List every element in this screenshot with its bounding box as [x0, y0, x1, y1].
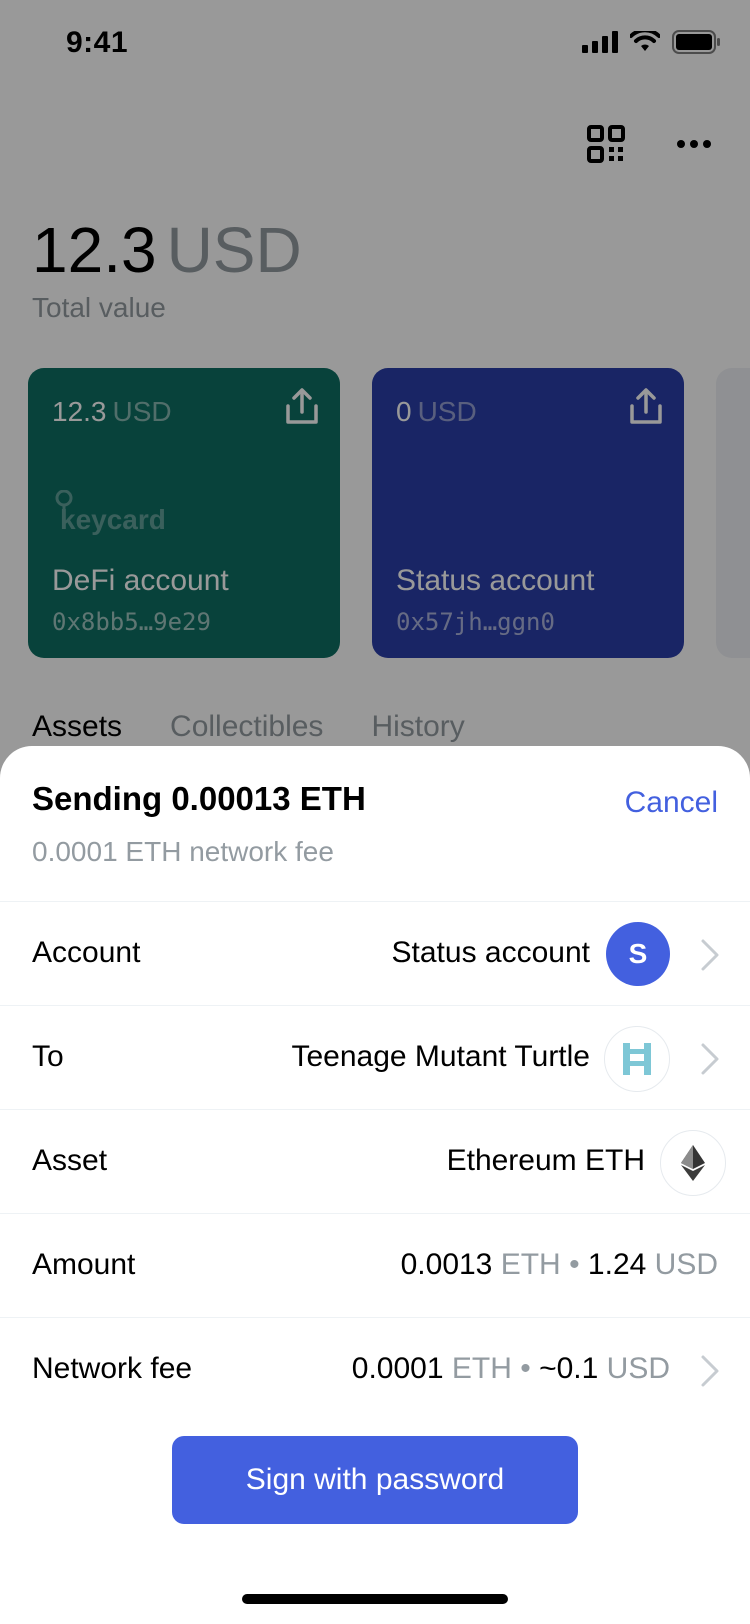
amount-fiat-unit: USD — [654, 1248, 718, 1281]
recipient-avatar — [604, 1026, 670, 1092]
account-avatar: S — [606, 922, 670, 986]
row-label: Asset — [32, 1144, 108, 1177]
row-account[interactable]: Account Status account S — [0, 901, 750, 1006]
fee-fiat: ~0.1 — [539, 1352, 599, 1385]
send-transaction-sheet: Sending 0.00013 ETH 0.0001 ETH network f… — [0, 746, 750, 1624]
fee-crypto: 0.0001 — [351, 1352, 444, 1385]
row-network-fee[interactable]: Network fee 0.0001 ETH • ~0.1 USD — [0, 1317, 750, 1422]
row-asset[interactable]: Asset Ethereum ETH — [0, 1109, 750, 1214]
sheet-title: Sending 0.00013 ETH — [32, 780, 366, 817]
row-label: Account — [32, 936, 141, 969]
row-to[interactable]: To Teenage Mutant Turtle — [0, 1005, 750, 1110]
row-amount: Amount 0.0013 ETH • 1.24 USD — [0, 1213, 750, 1318]
row-label: Network fee — [32, 1352, 193, 1385]
row-value: 0.0013 ETH • 1.24 USD — [401, 1248, 718, 1282]
separator-dot: • — [569, 1248, 580, 1281]
ladder-icon — [623, 1043, 651, 1075]
home-indicator — [242, 1594, 508, 1604]
amount-fiat: 1.24 — [587, 1248, 647, 1281]
avatar-letter: S — [628, 938, 648, 969]
chevron-right-icon — [701, 939, 719, 971]
chevron-right-icon — [701, 1355, 719, 1387]
cancel-button[interactable]: Cancel — [625, 786, 718, 820]
row-label: Amount — [32, 1248, 136, 1281]
ethereum-icon — [681, 1145, 705, 1181]
amount-crypto: 0.0013 — [400, 1248, 493, 1281]
row-label: To — [32, 1040, 64, 1073]
fee-fiat-unit: USD — [606, 1352, 670, 1385]
amount-crypto-unit: ETH — [500, 1248, 561, 1281]
row-value: Ethereum ETH — [446, 1144, 645, 1177]
row-value: Status account — [391, 936, 590, 969]
chevron-right-icon — [701, 1043, 719, 1075]
sheet-subtitle: 0.0001 ETH network fee — [32, 836, 334, 867]
fee-crypto-unit: ETH — [451, 1352, 512, 1385]
sign-with-password-button[interactable]: Sign with password — [172, 1436, 578, 1524]
asset-avatar — [660, 1130, 726, 1196]
separator-dot: • — [520, 1352, 531, 1385]
row-value: Teenage Mutant Turtle — [291, 1040, 590, 1073]
row-value: 0.0001 ETH • ~0.1 USD — [352, 1352, 670, 1386]
